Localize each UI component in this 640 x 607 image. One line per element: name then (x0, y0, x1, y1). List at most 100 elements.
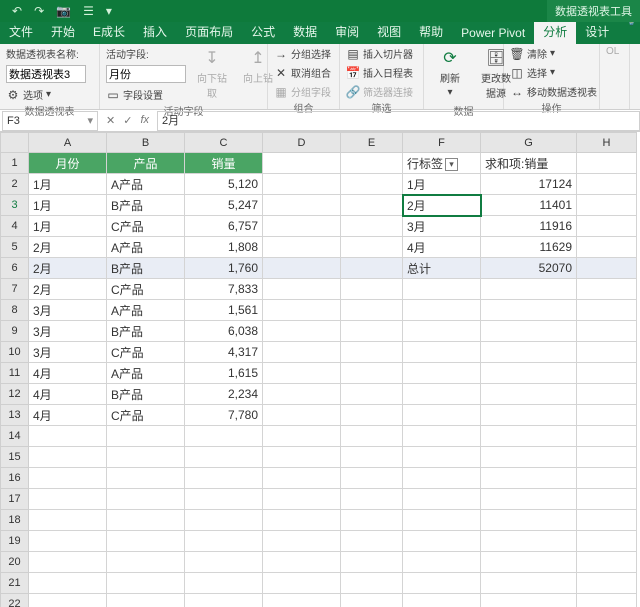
cell-A17[interactable] (29, 489, 107, 510)
tab-审阅[interactable]: 审阅 (326, 19, 368, 44)
active-field-input[interactable] (106, 65, 186, 83)
cell-D2[interactable] (263, 174, 341, 195)
clear-button[interactable]: 🗑清除▾ (510, 46, 597, 61)
cell-D1[interactable] (263, 153, 341, 174)
filter-conn-button[interactable]: 🔗筛选器连接 (346, 84, 413, 99)
filter-dropdown-icon[interactable]: ▾ (445, 158, 458, 171)
cell-F4[interactable]: 3月 (403, 216, 481, 237)
cell-E3[interactable] (341, 195, 403, 216)
cell-E1[interactable] (341, 153, 403, 174)
cell-E21[interactable] (341, 573, 403, 594)
cell-G4[interactable]: 11916 (481, 216, 577, 237)
cell-D7[interactable] (263, 279, 341, 300)
cell-H5[interactable] (577, 237, 637, 258)
cell-G15[interactable] (481, 447, 577, 468)
cell-F6[interactable]: 总计 (403, 258, 481, 279)
cell-B15[interactable] (107, 447, 185, 468)
cell-F14[interactable] (403, 426, 481, 447)
cell-B2[interactable]: A产品 (107, 174, 185, 195)
tab-插入[interactable]: 插入 (134, 19, 176, 44)
fx-icon[interactable]: fx (140, 114, 149, 127)
cell-H14[interactable] (577, 426, 637, 447)
cell-A7[interactable]: 2月 (29, 279, 107, 300)
cell-H17[interactable] (577, 489, 637, 510)
cell-F2[interactable]: 1月 (403, 174, 481, 195)
col-header-E[interactable]: E (341, 133, 403, 153)
select-all-corner[interactable] (1, 133, 29, 153)
cell-H10[interactable] (577, 342, 637, 363)
cell-B10[interactable]: C产品 (107, 342, 185, 363)
cell-C17[interactable] (185, 489, 263, 510)
cell-C3[interactable]: 5,247 (185, 195, 263, 216)
cell-B9[interactable]: B产品 (107, 321, 185, 342)
insert-timeline-button[interactable]: 📅插入日程表 (346, 65, 413, 80)
cell-H2[interactable] (577, 174, 637, 195)
cell-A19[interactable] (29, 531, 107, 552)
row-header-2[interactable]: 2 (1, 174, 29, 195)
row-header-16[interactable]: 16 (1, 468, 29, 489)
row-header-18[interactable]: 18 (1, 510, 29, 531)
cell-D21[interactable] (263, 573, 341, 594)
cell-A14[interactable] (29, 426, 107, 447)
cell-D11[interactable] (263, 363, 341, 384)
tab-设计[interactable]: 设计 (576, 19, 618, 44)
redo-icon[interactable]: ↷ (34, 4, 44, 18)
cell-B19[interactable] (107, 531, 185, 552)
cell-G10[interactable] (481, 342, 577, 363)
enter-icon[interactable]: ✓ (123, 114, 132, 127)
formula-input[interactable]: 2月 (157, 111, 640, 131)
cell-D10[interactable] (263, 342, 341, 363)
cell-D12[interactable] (263, 384, 341, 405)
cell-C16[interactable] (185, 468, 263, 489)
cell-B18[interactable] (107, 510, 185, 531)
cell-E2[interactable] (341, 174, 403, 195)
row-header-10[interactable]: 10 (1, 342, 29, 363)
select-button[interactable]: ◫选择▾ (510, 65, 597, 80)
cancel-icon[interactable]: ✕ (106, 114, 115, 127)
tab-Power Pivot[interactable]: Power Pivot (452, 22, 534, 44)
cell-H12[interactable] (577, 384, 637, 405)
cell-F8[interactable] (403, 300, 481, 321)
cell-F16[interactable] (403, 468, 481, 489)
row-header-5[interactable]: 5 (1, 237, 29, 258)
cell-D17[interactable] (263, 489, 341, 510)
cell-H8[interactable] (577, 300, 637, 321)
cell-A16[interactable] (29, 468, 107, 489)
cell-G12[interactable] (481, 384, 577, 405)
col-header-B[interactable]: B (107, 133, 185, 153)
name-box[interactable]: F3▾ (2, 111, 98, 131)
cell-B8[interactable]: A产品 (107, 300, 185, 321)
cell-H18[interactable] (577, 510, 637, 531)
group-selection-button[interactable]: →分组选择 (274, 46, 331, 61)
cell-G5[interactable]: 11629 (481, 237, 577, 258)
cell-D19[interactable] (263, 531, 341, 552)
cell-E16[interactable] (341, 468, 403, 489)
cell-F5[interactable]: 4月 (403, 237, 481, 258)
cell-E11[interactable] (341, 363, 403, 384)
cell-H20[interactable] (577, 552, 637, 573)
cell-G13[interactable] (481, 405, 577, 426)
cell-F9[interactable] (403, 321, 481, 342)
cell-F1[interactable]: 行标签▾ (403, 153, 481, 174)
cell-E20[interactable] (341, 552, 403, 573)
tab-视图[interactable]: 视图 (368, 19, 410, 44)
cell-B5[interactable]: A产品 (107, 237, 185, 258)
cell-E13[interactable] (341, 405, 403, 426)
cell-C20[interactable] (185, 552, 263, 573)
drill-down-button[interactable]: ↧向下钻取 (192, 46, 232, 102)
camera-icon[interactable]: 📷 (56, 4, 71, 18)
row-header-20[interactable]: 20 (1, 552, 29, 573)
col-header-C[interactable]: C (185, 133, 263, 153)
cell-E18[interactable] (341, 510, 403, 531)
move-pivot-button[interactable]: ↔移动数据透视表 (510, 84, 597, 99)
cell-A4[interactable]: 1月 (29, 216, 107, 237)
cell-D6[interactable] (263, 258, 341, 279)
menu-icon[interactable]: ☰ (83, 4, 94, 18)
cell-E9[interactable] (341, 321, 403, 342)
cell-B13[interactable]: C产品 (107, 405, 185, 426)
row-header-21[interactable]: 21 (1, 573, 29, 594)
options-button[interactable]: ⚙选项▾ (6, 87, 86, 102)
cell-G17[interactable] (481, 489, 577, 510)
cell-C11[interactable]: 1,615 (185, 363, 263, 384)
cell-C21[interactable] (185, 573, 263, 594)
